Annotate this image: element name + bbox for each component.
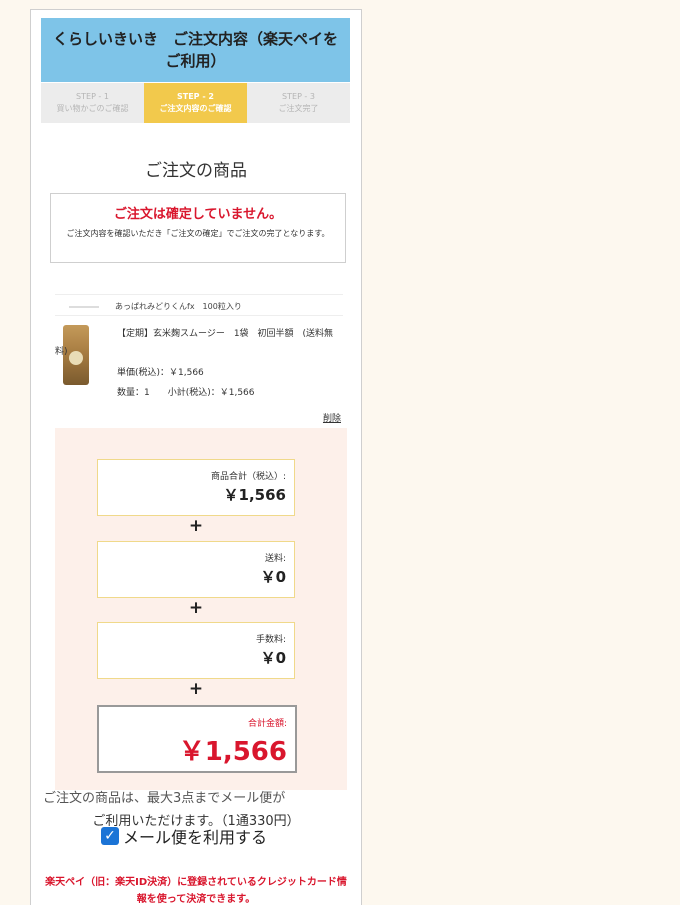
mail-note-cutoff: ご注文の商品は、最大3点までメール便が — [43, 791, 286, 806]
cart-item: 【定期】玄米麹スムージー 1袋 初回半額 (送料無 料) 単価(税込)：￥1,5… — [55, 315, 343, 425]
notice-text: ご注文内容を確認いただき「ご注文の確定」でご注文の完了となります。 — [66, 229, 330, 238]
shipping-box: 送料: ￥0 — [97, 541, 295, 598]
plus-sign: + — [188, 679, 204, 699]
item-quantity: 数量：1 小計(税込)：￥1,566 — [117, 388, 255, 398]
step-2: STEP - 2 ご注文内容のご確認 — [144, 83, 247, 123]
page-title: くらしいきいき ご注文内容（楽天ペイをご利用） — [52, 30, 338, 70]
fee-label: 手数料: — [255, 635, 286, 645]
cutoff-list-item: あっぱれみどりくんfx 100粒入り — [55, 294, 343, 316]
step-3-number: STEP - 3 — [282, 92, 315, 101]
total-box: 合計金額: ￥1,566 — [97, 705, 297, 773]
step-1-label: 買い物かごのご確認 — [56, 104, 129, 113]
unconfirmed-notice: ご注文は確定していません。 ご注文内容を確認いただき「ご注文の確定」でご注文の完… — [50, 193, 346, 263]
price-summary: 商品合計（税込）: ￥1,566 + 送料: ￥0 + 手数料: ￥0 + 合計… — [55, 428, 347, 790]
product-thumbnail-partial — [69, 306, 99, 308]
total-label: 合計金額: — [247, 719, 287, 729]
item-name-line2: 料) — [55, 347, 68, 357]
rakuten-pay-note: 楽天ペイ（旧：楽天ID決済）に登録されているクレジットカード情報を使って決済でき… — [45, 877, 347, 905]
notice-title: ご注文は確定していません。 — [113, 207, 283, 222]
plus-sign: + — [188, 516, 204, 536]
cutoff-item-name: あっぱれみどりくんfx 100粒入り — [115, 302, 242, 311]
subtotal-label: 商品合計（税込）: — [210, 472, 286, 482]
step-2-label: ご注文内容のご確認 — [159, 104, 232, 113]
step-1-number: STEP - 1 — [76, 92, 109, 101]
fee-value: ￥0 — [260, 649, 286, 667]
product-label-icon — [69, 351, 83, 365]
item-name: 【定期】玄米麹スムージー 1袋 初回半額 (送料無 料) — [55, 325, 341, 357]
section-title: ご注文の商品 — [145, 161, 247, 181]
plus-sign: + — [188, 598, 204, 618]
subtotal-box: 商品合計（税込）: ￥1,566 — [97, 459, 295, 516]
fee-box: 手数料: ￥0 — [97, 622, 295, 679]
shipping-value: ￥0 — [260, 568, 286, 586]
page-header: くらしいきいき ご注文内容（楽天ペイをご利用） — [41, 18, 350, 82]
item-unit-price: 単価(税込)：￥1,566 — [117, 368, 204, 378]
delete-link[interactable]: 削除 — [323, 411, 341, 424]
step-3-label: ご注文完了 — [278, 104, 319, 113]
item-name-line1: 【定期】玄米麹スムージー 1袋 初回半額 (送料無 — [117, 329, 334, 339]
total-value: ￥1,566 — [178, 737, 287, 767]
order-panel: くらしいきいき ご注文内容（楽天ペイをご利用） STEP - 1 買い物かごのご… — [30, 9, 362, 905]
subtotal-value: ￥1,566 — [223, 486, 286, 504]
step-3: STEP - 3 ご注文完了 — [247, 83, 350, 123]
mail-service-label[interactable]: メール便を利用する — [123, 824, 267, 848]
checkout-steps: STEP - 1 買い物かごのご確認 STEP - 2 ご注文内容のご確認 ST… — [41, 83, 350, 123]
mail-service-option[interactable]: ✓ メール便を利用する — [101, 824, 267, 848]
step-1: STEP - 1 買い物かごのご確認 — [41, 83, 144, 123]
mail-service-checkbox[interactable]: ✓ — [101, 827, 119, 845]
shipping-label: 送料: — [264, 554, 286, 564]
step-2-number: STEP - 2 — [176, 92, 214, 101]
